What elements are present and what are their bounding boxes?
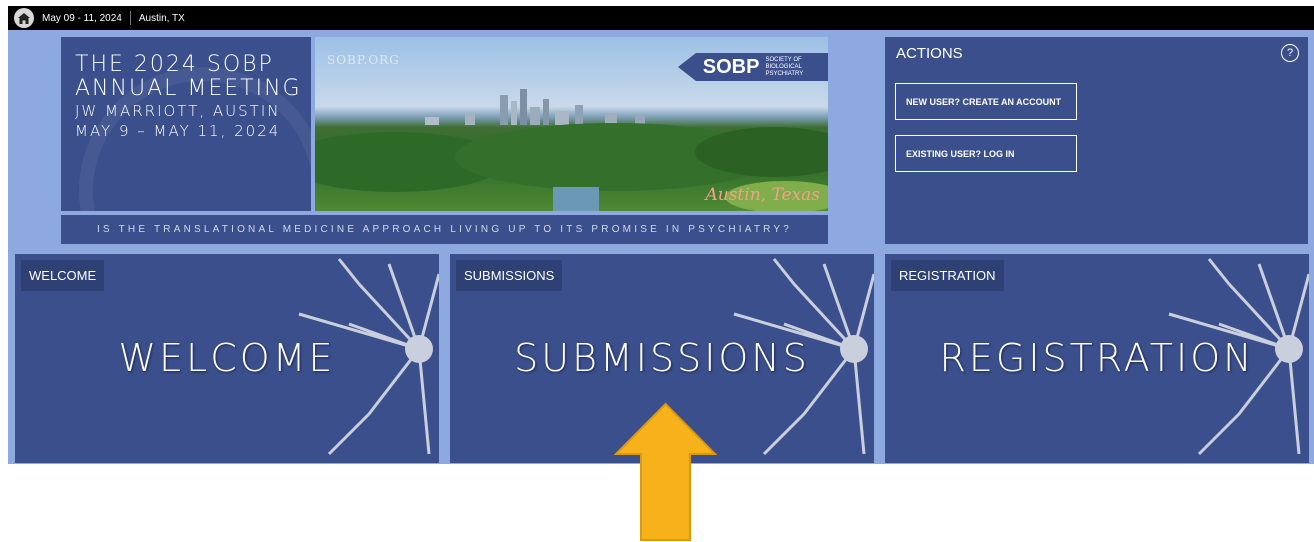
top-bar: May 09 - 11, 2024 Austin, TX (8, 6, 1314, 30)
home-icon[interactable] (14, 8, 34, 28)
tile-welcome-title: WELCOME (118, 336, 336, 380)
banner-tagline: IS THE TRANSLATIONAL MEDICINE APPROACH L… (61, 215, 828, 244)
event-date: May 09 - 11, 2024 (42, 12, 122, 24)
tile-registration-label: REGISTRATION (891, 260, 1004, 291)
banner-title: THE 2024 SOBP ANNUAL MEETING JW MARRIOTT… (75, 53, 302, 141)
login-button[interactable]: EXISTING USER? LOG IN (895, 135, 1077, 172)
banner-title-panel: THE 2024 SOBP ANNUAL MEETING JW MARRIOTT… (61, 37, 311, 211)
tile-registration[interactable]: REGISTRATION REGISTRATION (885, 254, 1309, 463)
austin-skyline-image: SOBP.ORG SOBP SOCIETY OF BIOLOGICAL PSYC… (315, 37, 828, 211)
actions-panel: ACTIONS ? NEW USER? CREATE AN ACCOUNT EX… (885, 37, 1308, 244)
tile-submissions-title: SUBMISSIONS (514, 336, 810, 380)
help-icon[interactable]: ? (1281, 44, 1299, 62)
banner-dates: MAY 9 – MAY 11, 2024 (75, 122, 281, 140)
logo-sub2: BIOLOGICAL (765, 63, 802, 70)
logo-subtext: SOCIETY OF BIOLOGICAL PSYCHIATRY (765, 57, 803, 78)
banner-title-line2: ANNUAL MEETING (75, 76, 302, 101)
banner-venue: JW MARRIOTT, AUSTIN (75, 102, 281, 120)
logo-sub3: PSYCHIATRY (765, 70, 804, 77)
tile-submissions-label: SUBMISSIONS (456, 260, 563, 291)
event-location: Austin, TX (138, 12, 185, 24)
up-arrow-icon (614, 402, 717, 541)
logo-sub1: SOCIETY OF (765, 56, 802, 63)
divider (129, 11, 131, 25)
tile-registration-title: REGISTRATION (939, 336, 1255, 380)
site-url: SOBP.ORG (327, 53, 400, 67)
sobp-logo: SOBP SOCIETY OF BIOLOGICAL PSYCHIATRY (678, 53, 828, 81)
event-banner: THE 2024 SOBP ANNUAL MEETING JW MARRIOTT… (61, 37, 828, 244)
tile-welcome-label: WELCOME (21, 260, 105, 291)
tile-welcome[interactable]: WELCOME WELCOME (15, 254, 439, 463)
logo-text: SOBP (702, 55, 760, 78)
austin-texas-script: Austin, Texas (705, 185, 820, 205)
actions-title: ACTIONS (896, 45, 963, 62)
banner-title-line1: THE 2024 SOBP (75, 52, 274, 77)
create-account-button[interactable]: NEW USER? CREATE AN ACCOUNT (895, 83, 1077, 120)
